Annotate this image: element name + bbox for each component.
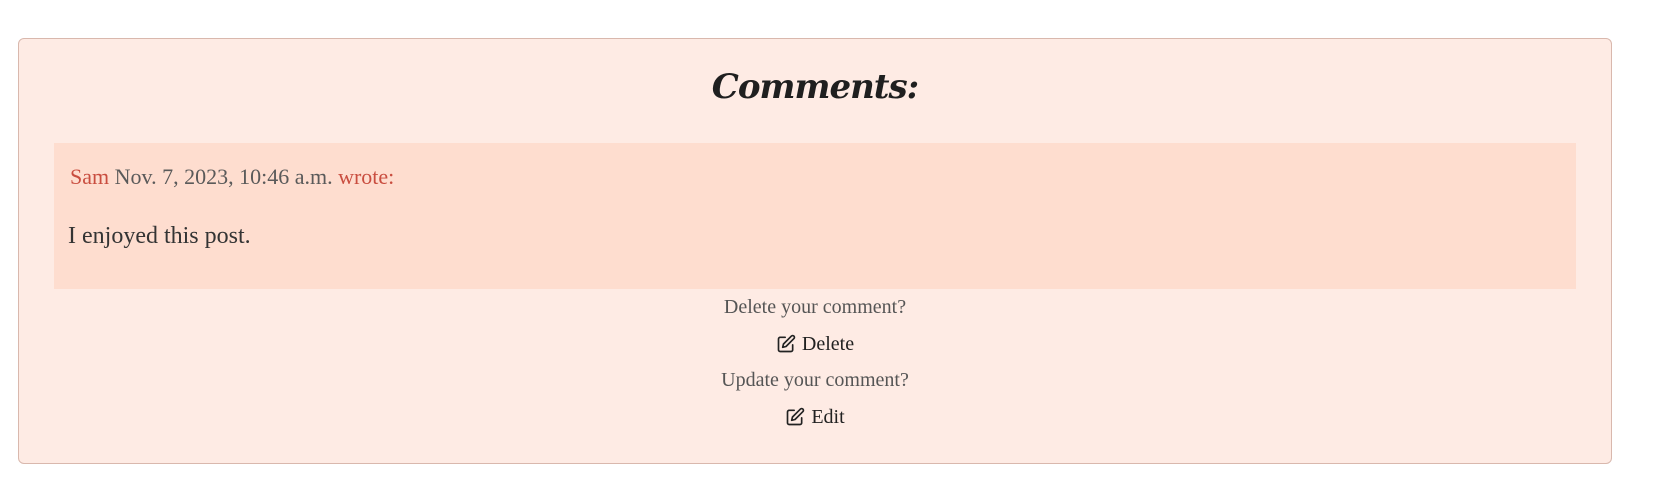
comment-author: Sam: [70, 164, 110, 189]
comment-date: Nov. 7, 2023, 10:46 a.m.: [114, 164, 333, 189]
comments-section: Comments: Sam Nov. 7, 2023, 10:46 a.m. w…: [18, 38, 1612, 464]
comment-wrote-label: wrote:: [338, 164, 395, 189]
delete-prompt: Delete your comment?: [723, 296, 907, 318]
delete-button[interactable]: Delete: [776, 332, 854, 356]
comments-title: Comments:: [711, 67, 919, 107]
comment-meta: Sam Nov. 7, 2023, 10:46 a.m. wrote:: [70, 163, 394, 191]
update-prompt: Update your comment?: [721, 369, 909, 391]
delete-link[interactable]: Delete: [19, 332, 1611, 360]
delete-label[interactable]: Delete: [802, 332, 854, 356]
edit-icon: [777, 334, 796, 353]
comment-body: I enjoyed this post.: [68, 223, 251, 249]
edit-link[interactable]: Edit: [19, 405, 1611, 433]
edit-button[interactable]: Edit: [785, 405, 845, 429]
edit-label[interactable]: Edit: [811, 405, 844, 429]
edit-icon: [786, 407, 805, 426]
comment-item: Sam Nov. 7, 2023, 10:46 a.m. wrote: I en…: [54, 143, 1576, 289]
